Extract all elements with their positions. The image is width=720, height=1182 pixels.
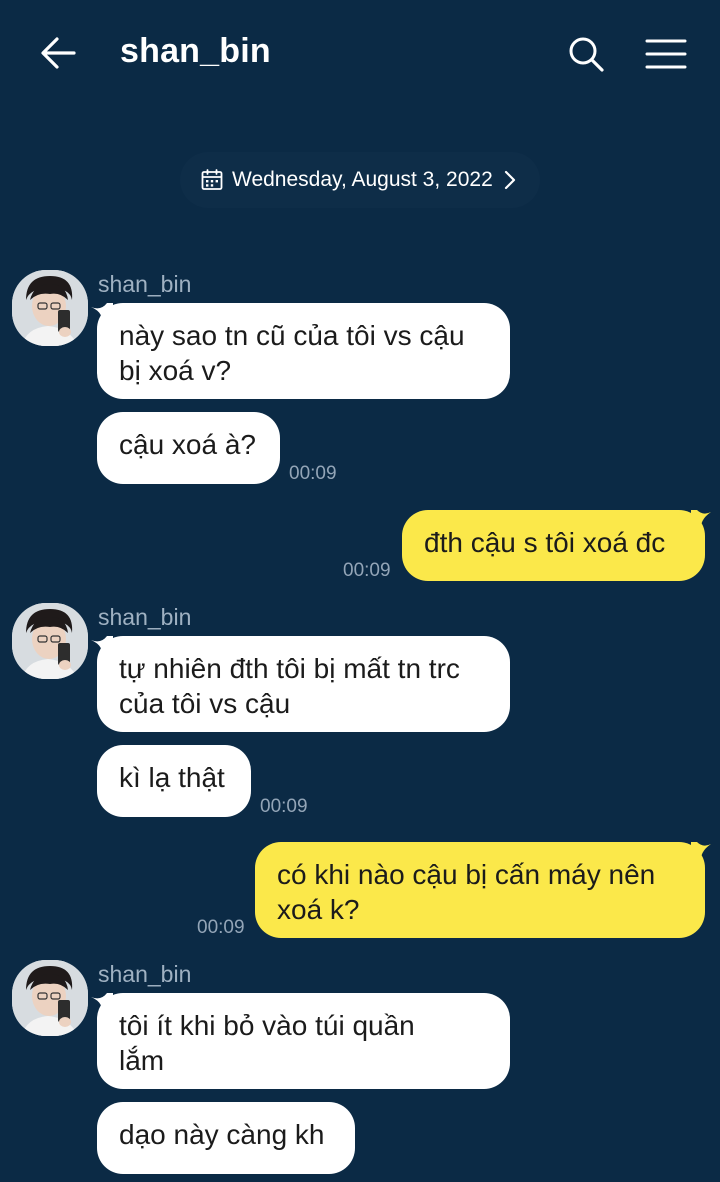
message-bubble[interactable]: tự nhiên đth tôi bị mất tn trc của tôi v… [97,636,510,732]
message-bubble[interactable]: này sao tn cũ của tôi vs cậu bị xoá v? [97,303,510,399]
back-button[interactable] [30,30,86,76]
message-bubble[interactable]: cậu xoá à? [97,412,280,484]
message-bubble[interactable]: tôi ít khi bỏ vào túi quần lắm [97,993,510,1089]
sender-name: shan_bin [98,961,192,987]
message-bubble[interactable]: đth cậu s tôi xoá đc [402,510,705,581]
search-icon [569,37,604,72]
arrow-left-icon [41,37,76,69]
menu-button[interactable] [640,32,692,76]
message-bubble[interactable]: có khi nào cậu bị cấn máy nên xoá k? [255,842,705,938]
date-label: Wednesday, August 3, 2022 [232,168,493,191]
search-button[interactable] [562,30,610,78]
message-time: 00:09 [289,463,337,484]
bubble-tail [691,510,711,532]
avatar[interactable] [12,270,88,346]
avatar[interactable] [12,960,88,1036]
date-divider[interactable]: Wednesday, August 3, 2022 [180,152,540,208]
message-bubble[interactable]: dạo này càng kh [97,1102,355,1174]
message-time: 00:09 [260,796,308,817]
chevron-right-icon [504,170,515,190]
sender-name: shan_bin [98,604,192,630]
chat-title: shan_bin [120,32,271,70]
avatar[interactable] [12,603,88,679]
message-time: 00:09 [343,560,391,581]
calendar-icon [201,169,223,190]
message-bubble[interactable]: kì lạ thật [97,745,251,817]
message-time: 00:09 [197,917,245,938]
sender-name: shan_bin [98,271,192,297]
hamburger-menu-icon [645,39,687,69]
bubble-tail [691,842,711,864]
